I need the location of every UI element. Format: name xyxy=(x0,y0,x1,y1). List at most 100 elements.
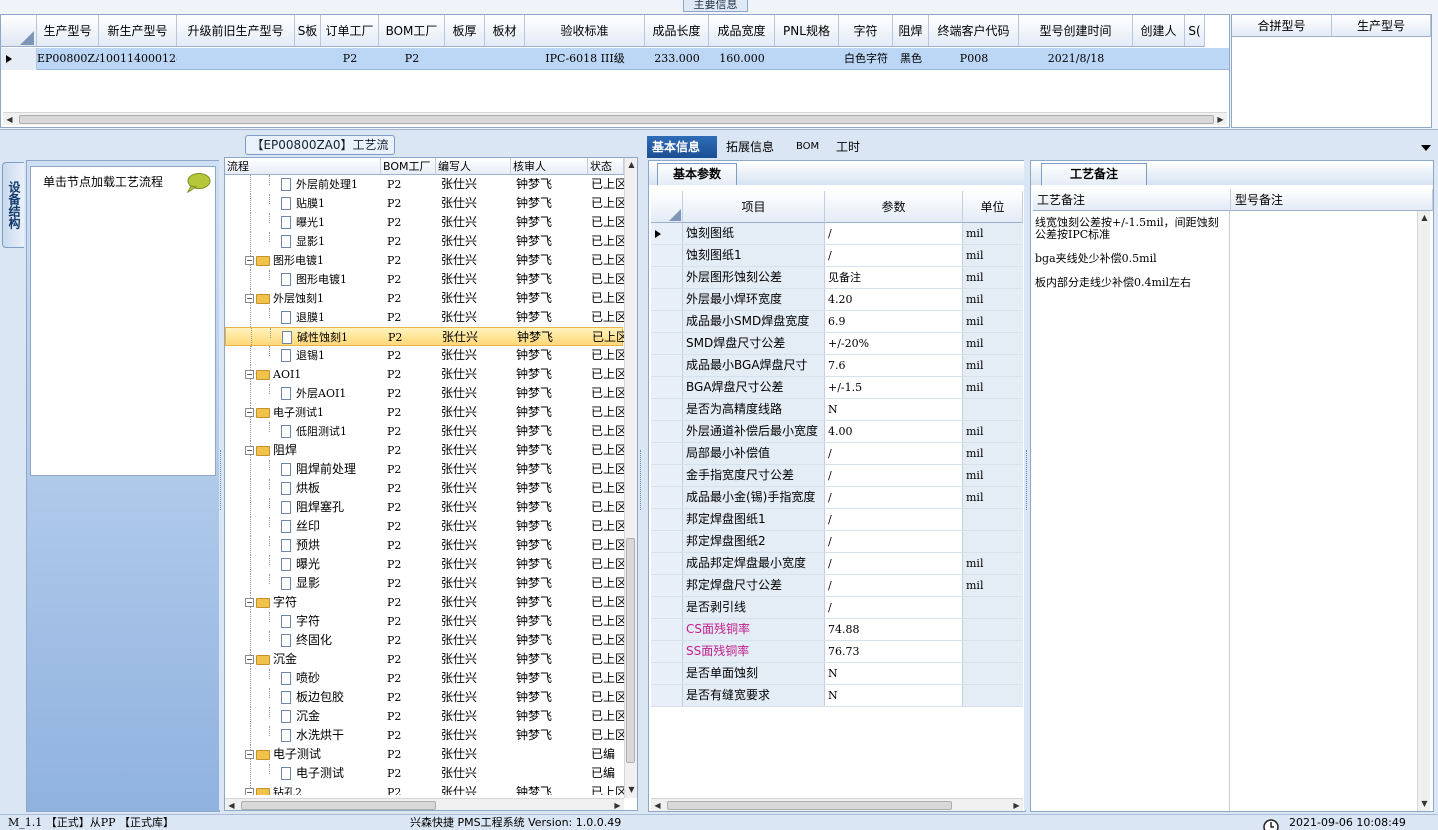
tree-node[interactable]: 显影1 P2 张仕兴 钟梦飞 已上区 xyxy=(225,232,624,251)
param-value[interactable]: / xyxy=(825,597,963,618)
grid-cell[interactable]: EP00800ZA0 xyxy=(37,48,99,70)
table-row[interactable]: SS面残铜率 76.73 xyxy=(651,641,1023,663)
tree-vscrollbar[interactable]: ▲ ▼ xyxy=(624,158,637,798)
param-value[interactable]: / xyxy=(825,465,963,486)
grid-cell[interactable] xyxy=(775,48,839,70)
param-value[interactable]: / xyxy=(825,487,963,508)
table-row[interactable]: 邦定焊盘图纸2/ xyxy=(651,531,1023,553)
tree-node[interactable]: 曝光 P2 张仕兴 钟梦飞 已上区 xyxy=(225,555,624,574)
tab-basic-info[interactable]: 基本信息 xyxy=(647,136,717,158)
tree-node[interactable]: 图形电镀1 P2 张仕兴 钟梦飞 已上区 xyxy=(225,270,624,289)
grid-corner[interactable] xyxy=(1,15,37,47)
col-unit[interactable]: 单位 xyxy=(963,191,1023,223)
tree-node[interactable]: 退锡1 P2 张仕兴 钟梦飞 已上区 xyxy=(225,346,624,365)
col-header[interactable]: 验收标准 xyxy=(525,15,645,47)
param-value[interactable]: N xyxy=(825,663,963,684)
col-header[interactable]: 成品长度 xyxy=(645,15,709,47)
param-value[interactable]: 76.73 xyxy=(825,641,963,662)
grid-cell[interactable] xyxy=(1133,48,1185,70)
grid-cell[interactable]: 黑色 xyxy=(893,48,929,70)
tree-node[interactable]: 字符 P2 张仕兴 钟梦飞 已上区 xyxy=(225,612,624,631)
col-header[interactable]: BOM工厂 xyxy=(379,15,445,47)
process-notes-tab[interactable]: 工艺备注 xyxy=(1041,163,1147,185)
tree-node[interactable]: − 钻孔2 P2 张仕兴 钟梦飞 已上区 xyxy=(225,783,624,795)
grid-cell[interactable] xyxy=(485,48,525,70)
col-header[interactable]: 订单工厂 xyxy=(321,15,379,47)
tab-hours[interactable]: 工时 xyxy=(831,136,871,158)
grid-cell[interactable]: 2021/8/18 xyxy=(1019,48,1133,70)
table-row[interactable]: 外层图形蚀刻公差 见备注 mil xyxy=(651,267,1023,289)
collapse-icon[interactable]: − xyxy=(245,788,254,795)
tree-node[interactable]: − AOI1 P2 张仕兴 钟梦飞 已上区 xyxy=(225,365,624,384)
grid-cell[interactable]: IPC-6018 III级 xyxy=(525,48,645,70)
tree-node[interactable]: 终固化 P2 张仕兴 钟梦飞 已上区 xyxy=(225,631,624,650)
collapse-icon[interactable]: − xyxy=(245,598,254,607)
table-row[interactable]: 是否剥引线 / xyxy=(651,597,1023,619)
grid-cell[interactable]: 白色字符 xyxy=(839,48,893,70)
col-reviewer[interactable]: 核审人 xyxy=(511,158,588,175)
table-row[interactable]: 邦定焊盘尺寸公差 / mil xyxy=(651,575,1023,597)
col-param[interactable]: 参数 xyxy=(825,191,963,223)
tree-node[interactable]: 退膜1 P2 张仕兴 钟梦飞 已上区 xyxy=(225,308,624,327)
param-value[interactable]: / xyxy=(825,531,963,552)
param-value[interactable]: 6.9 xyxy=(825,311,963,332)
grid-cell[interactable] xyxy=(295,48,321,70)
collapse-icon[interactable]: − xyxy=(245,655,254,664)
tree-node[interactable]: 贴膜1 P2 张仕兴 钟梦飞 已上区 xyxy=(225,194,624,213)
tree-node[interactable]: − 沉金 P2 张仕兴 钟梦飞 已上区 xyxy=(225,650,624,669)
tree-node[interactable]: 曝光1 P2 张仕兴 钟梦飞 已上区 xyxy=(225,213,624,232)
param-value[interactable]: N xyxy=(825,685,963,706)
tree-node[interactable]: 外层AOI1 P2 张仕兴 钟梦飞 已上区 xyxy=(225,384,624,403)
param-value[interactable]: / xyxy=(825,223,963,244)
grid-cell[interactable]: 160.000 xyxy=(709,48,775,70)
col-status[interactable]: 状态 xyxy=(588,158,624,175)
tree-node[interactable]: 水洗烘干 P2 张仕兴 钟梦飞 已上区 xyxy=(225,726,624,745)
table-row[interactable]: 外层最小焊环宽度 4.20 mil xyxy=(651,289,1023,311)
tree-node[interactable]: 低阻测试1 P2 张仕兴 钟梦飞 已上区 xyxy=(225,422,624,441)
param-value[interactable]: / xyxy=(825,509,963,530)
col-header[interactable]: S( xyxy=(1185,15,1205,47)
table-row[interactable]: 成品最小BGA焊盘尺寸 7.6 mil xyxy=(651,355,1023,377)
merge-col-header[interactable]: 合拼型号 xyxy=(1232,15,1332,37)
tree-node[interactable]: 显影 P2 张仕兴 钟梦飞 已上区 xyxy=(225,574,624,593)
param-value[interactable]: 7.6 xyxy=(825,355,963,376)
table-row[interactable]: 成品最小金(锡)手指宽度 / mil xyxy=(651,487,1023,509)
col-header[interactable]: 升级前旧生产型号 xyxy=(177,15,295,47)
tree-node[interactable]: 预烘 P2 张仕兴 钟梦飞 已上区 xyxy=(225,536,624,555)
tree-node[interactable]: 碱性蚀刻1 P2 张仕兴 钟梦飞 已上区 xyxy=(225,327,624,347)
table-row[interactable]: CS面残铜率 74.88 xyxy=(651,619,1023,641)
tree-node[interactable]: 电子测试 P2 张仕兴 已编 xyxy=(225,764,623,783)
tree-node[interactable]: − 图形电镀1 P2 张仕兴 钟梦飞 已上区 xyxy=(225,251,624,270)
grid-cell[interactable]: P008 xyxy=(929,48,1019,70)
notes-vscrollbar[interactable]: ▲ ▼ xyxy=(1417,211,1430,811)
col-header[interactable]: 板厚 xyxy=(445,15,485,47)
params-hscrollbar[interactable]: ◀ ▶ xyxy=(651,798,1023,811)
table-row[interactable]: 是否单面蚀刻 N xyxy=(651,663,1023,685)
param-value[interactable]: / xyxy=(825,553,963,574)
grid-cell[interactable]: 233.000 xyxy=(645,48,709,70)
grid-cell[interactable]: P2 xyxy=(379,48,445,70)
col-header[interactable]: S板 xyxy=(295,15,321,47)
prod-col-header[interactable]: 生产型号 xyxy=(1332,15,1431,37)
collapse-icon[interactable]: − xyxy=(245,256,254,265)
tree-node[interactable]: 板边包胶 P2 张仕兴 钟梦飞 已上区 xyxy=(225,688,624,707)
grid-cell[interactable] xyxy=(445,48,485,70)
mid-splitter[interactable] xyxy=(639,150,645,810)
grid-cell[interactable] xyxy=(177,48,295,70)
col-header[interactable]: 板材 xyxy=(485,15,525,47)
table-row[interactable]: SMD焊盘尺寸公差 +/-20% mil xyxy=(651,333,1023,355)
table-row[interactable]: 是否有缝宽要求 N xyxy=(651,685,1023,707)
col-header[interactable]: 字符 xyxy=(839,15,893,47)
tree-node[interactable]: 丝印 P2 张仕兴 钟梦飞 已上区 xyxy=(225,517,624,536)
tree-node[interactable]: 沉金 P2 张仕兴 钟梦飞 已上区 xyxy=(225,707,624,726)
tree-node[interactable]: 阻焊塞孔 P2 张仕兴 钟梦飞 已上区 xyxy=(225,498,624,517)
table-row[interactable]: 成品最小SMD焊盘宽度 6.9 mil xyxy=(651,311,1023,333)
collapse-icon[interactable]: − xyxy=(245,294,254,303)
grid-cell[interactable]: P2 xyxy=(321,48,379,70)
tree-node[interactable]: 外层前处理1 P2 张仕兴 钟梦飞 已上区 xyxy=(225,175,624,194)
table-row[interactable]: 蚀刻图纸 / mil xyxy=(651,223,1023,245)
param-value[interactable]: 见备注 xyxy=(825,267,963,288)
tree-node[interactable]: 烘板 P2 张仕兴 钟梦飞 已上区 xyxy=(225,479,624,498)
tree-node[interactable]: − 阻焊 P2 张仕兴 钟梦飞 已上区 xyxy=(225,441,624,460)
col-header[interactable]: 新生产型号 xyxy=(99,15,177,47)
